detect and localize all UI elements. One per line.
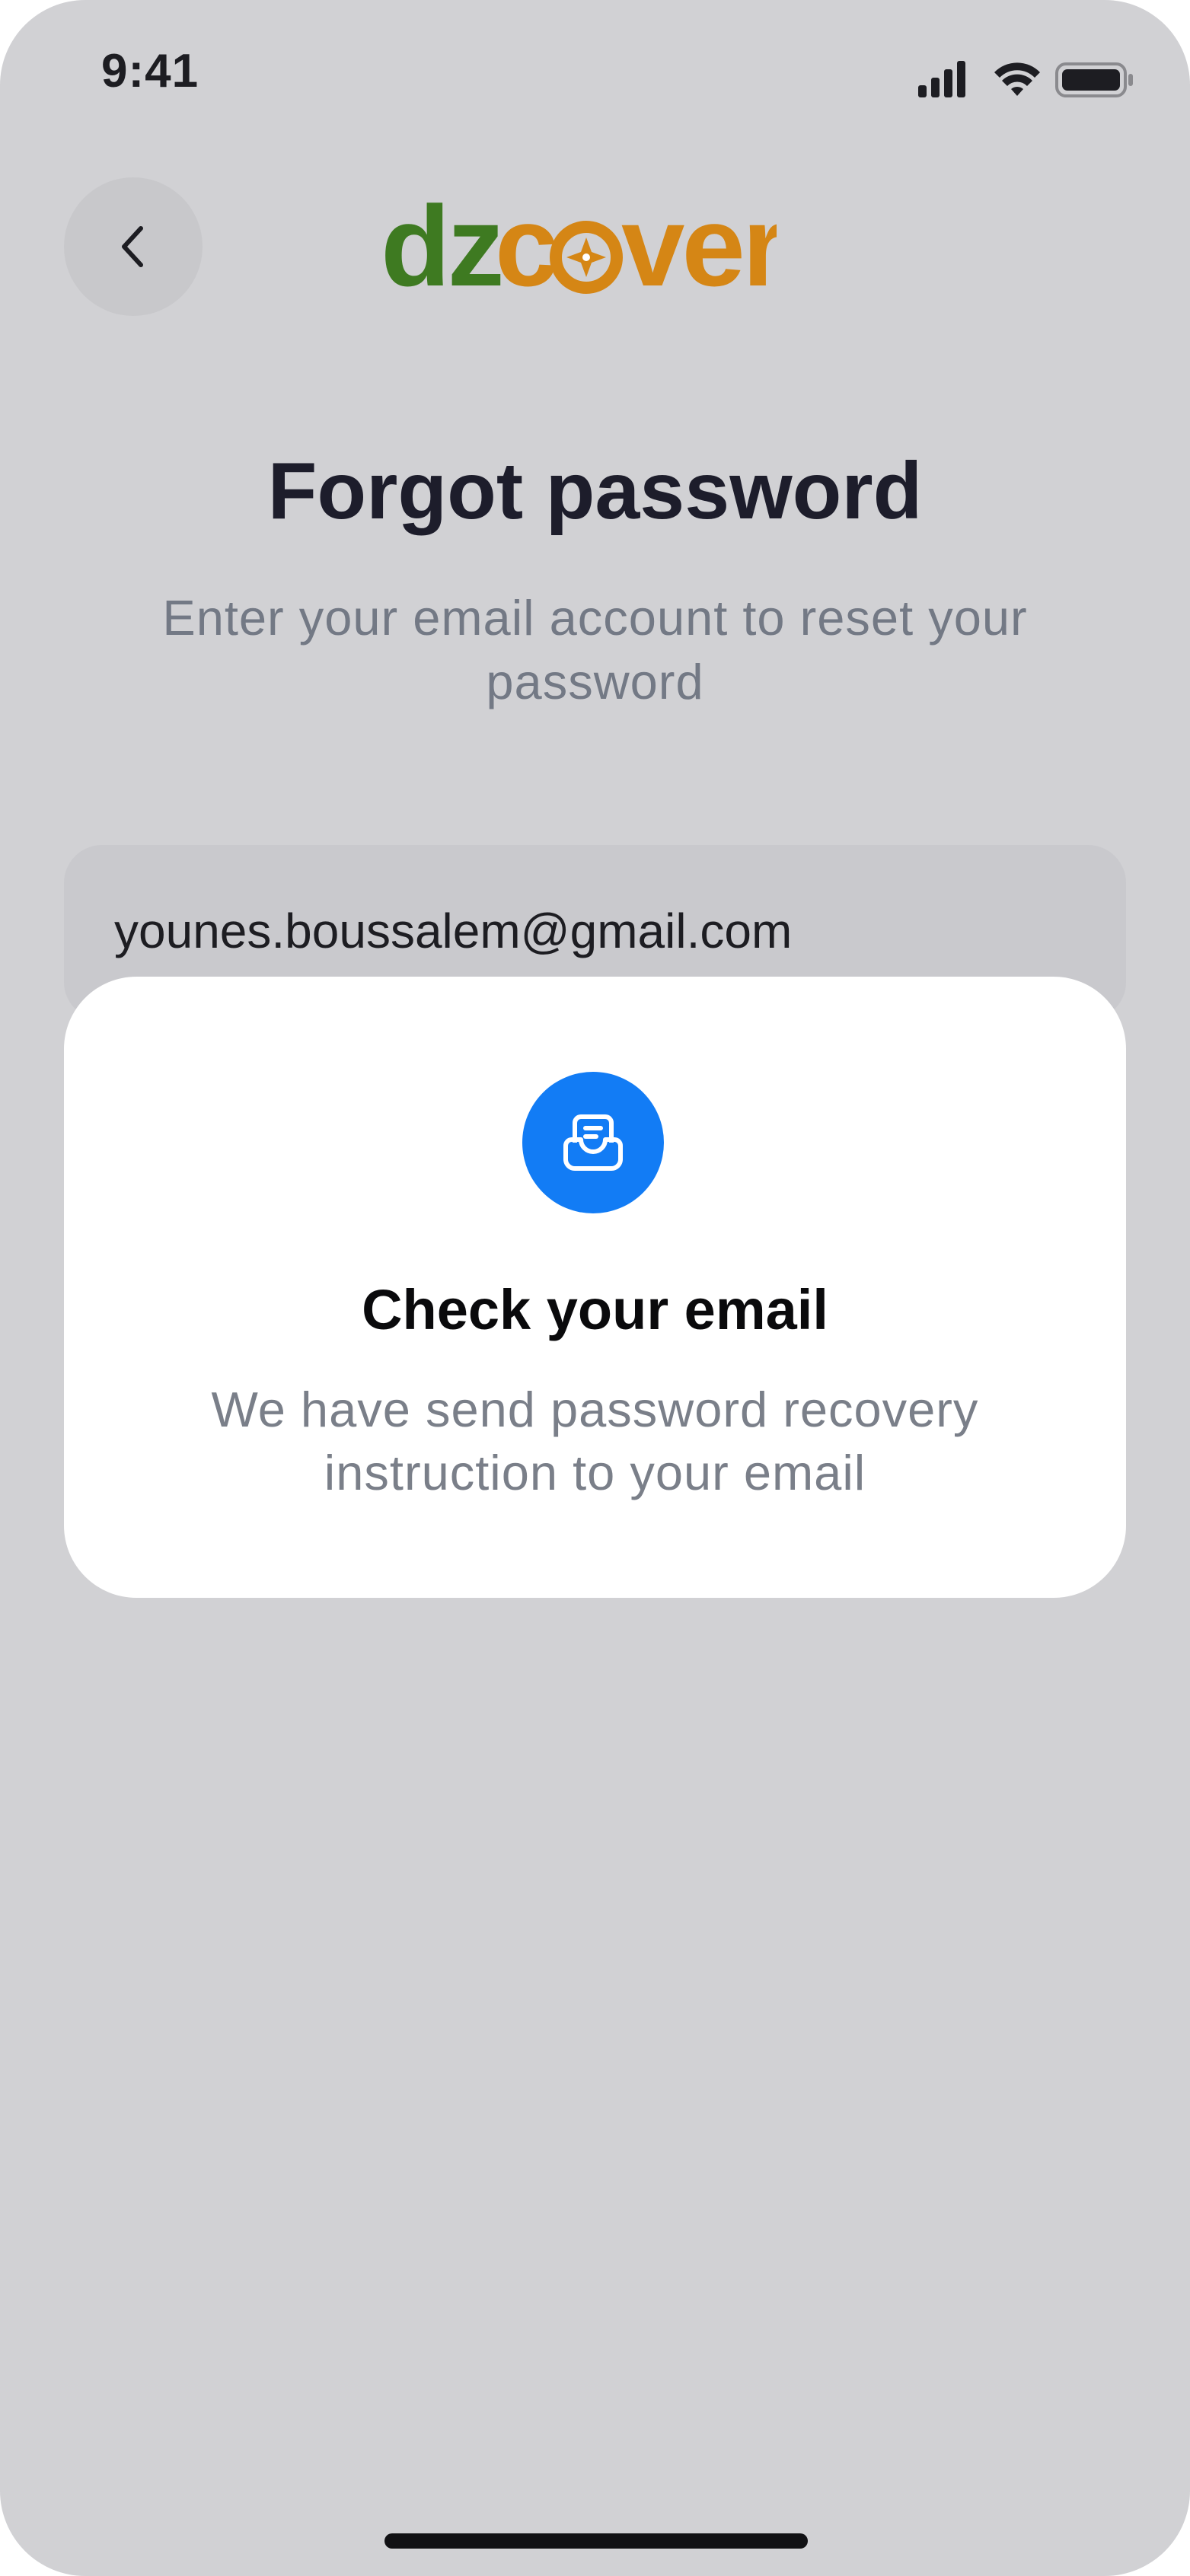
- status-icons: [918, 58, 1133, 100]
- svg-text:ver: ver: [621, 183, 777, 310]
- phone-screen: 9:41 dz c ver Forgot password Enter your…: [0, 0, 1190, 2576]
- email-value: younes.boussalem@gmail.com: [114, 904, 793, 958]
- home-indicator[interactable]: [384, 2533, 808, 2549]
- compass-icon: [550, 221, 623, 294]
- mail-badge: [522, 1072, 664, 1213]
- signal-icon: [918, 61, 965, 97]
- status-time: 9:41: [101, 45, 199, 97]
- page-subtitle: Enter your email account to reset your p…: [162, 590, 1028, 709]
- svg-text:c: c: [495, 183, 558, 310]
- wifi-icon: [994, 62, 1040, 96]
- check-email-modal: Check your email We have send password r…: [64, 977, 1126, 1598]
- page-title: Forgot password: [267, 446, 923, 536]
- logo-svg: dz c ver: [381, 182, 789, 310]
- battery-icon: [1055, 62, 1133, 97]
- status-icons-svg: [918, 61, 1133, 97]
- svg-text:dz: dz: [381, 183, 502, 310]
- chevron-left-icon: [122, 226, 143, 267]
- mail-inbox-icon: [563, 1114, 623, 1171]
- modal-title: Check your email: [362, 1278, 828, 1341]
- dzcover-logo: dz c ver: [381, 182, 789, 312]
- back-button[interactable]: [64, 177, 203, 316]
- modal-body: We have send password recovery instructi…: [211, 1382, 979, 1500]
